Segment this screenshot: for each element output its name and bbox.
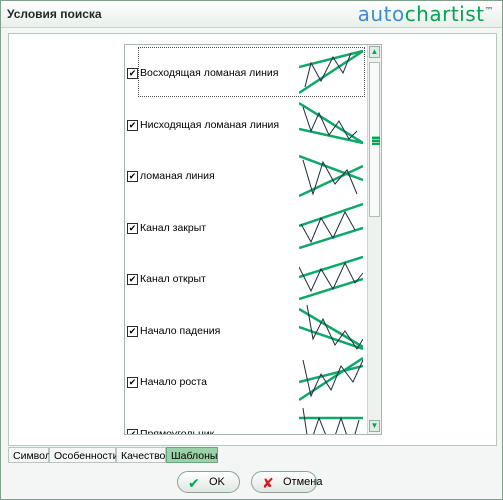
autochartist-logo: autochartist™: [357, 2, 494, 26]
pattern-rows: ✔ Восходящая ломаная линия ✔ Нисходящая лом…: [125, 45, 365, 435]
window-title: Условия поиска: [7, 7, 102, 21]
pattern-label: Начало роста: [140, 376, 207, 388]
pattern-label: Прямоугольник: [140, 427, 215, 435]
search-conditions-window: Условия поиска autochartist™ ✔ Восходящая…: [0, 0, 503, 500]
pattern-label: Нисходящая ломаная линия: [140, 118, 280, 131]
patterns-tab-content: ✔ Восходящая ломаная линия ✔ Нисходящая лом…: [8, 33, 497, 446]
pattern-checkbox[interactable]: ✔: [127, 171, 138, 182]
title-bar: Условия поиска autochartist™: [1, 1, 502, 28]
pattern-label: Канал открыт: [140, 273, 206, 285]
rectangle-icon: [299, 407, 363, 434]
scrollbar[interactable]: ▲ ▬ ▬ ▬ ▼: [367, 45, 381, 434]
closed-channel-icon: [298, 202, 364, 250]
pattern-row[interactable]: ✔ Восходящая ломаная линия: [125, 45, 365, 97]
ascending-wedge-icon: [298, 47, 364, 95]
scroll-down-button[interactable]: ▼: [369, 420, 380, 432]
pattern-checkbox[interactable]: ✔: [127, 377, 138, 388]
pattern-row[interactable]: ✔ Канал открыт: [125, 251, 365, 303]
tab-symbol[interactable]: Символ: [8, 447, 51, 463]
pattern-row[interactable]: ✔ Канал закрыт: [125, 200, 365, 252]
pattern-label: ломаная линия: [140, 170, 215, 182]
pattern-checkbox[interactable]: ✔: [127, 325, 138, 337]
scroll-up-button[interactable]: ▲: [369, 46, 380, 58]
pattern-row[interactable]: ✔ ломаная линия: [125, 148, 365, 200]
pattern-row[interactable]: ✔ Начало роста: [125, 354, 365, 406]
pattern-label: Восходящая ломаная линия: [140, 67, 279, 79]
pattern-checkbox[interactable]: ✔: [127, 222, 138, 234]
descending-wedge-icon: [298, 99, 364, 147]
pattern-checkbox[interactable]: ✔: [127, 119, 138, 131]
tab-features[interactable]: Особенности: [49, 447, 118, 463]
close-icon: ✘: [262, 475, 274, 491]
falling-start-icon: [298, 304, 364, 353]
rising-start-icon: [298, 356, 364, 404]
triangle-icon: [298, 150, 364, 198]
cancel-button[interactable]: ✘ Отмена: [251, 471, 322, 493]
pattern-checkbox[interactable]: ✔: [127, 428, 138, 434]
pattern-checkbox[interactable]: ✔: [127, 274, 138, 285]
pattern-row[interactable]: ✔ Нисходящая ломаная линия: [125, 97, 365, 149]
scroll-thumb[interactable]: ▬ ▬ ▬: [369, 62, 380, 217]
check-icon: ✔: [188, 475, 200, 491]
pattern-row[interactable]: ✔ Начало падения: [125, 303, 365, 355]
tab-templates[interactable]: Шаблоны: [166, 447, 218, 463]
pattern-label: Начало падения: [140, 324, 221, 337]
pattern-row[interactable]: ✔ Прямоугольник: [125, 406, 365, 435]
pattern-checkbox[interactable]: ✔: [127, 68, 138, 79]
open-channel-icon: [298, 253, 364, 301]
grip-icon: ▬ ▬ ▬: [372, 132, 380, 147]
pattern-list: ✔ Восходящая ломаная линия ✔ Нисходящая лом…: [124, 44, 382, 435]
ok-button[interactable]: ✔ OK: [177, 471, 240, 493]
tab-quality[interactable]: Качество: [116, 447, 166, 463]
pattern-label: Канал закрыт: [140, 221, 207, 234]
